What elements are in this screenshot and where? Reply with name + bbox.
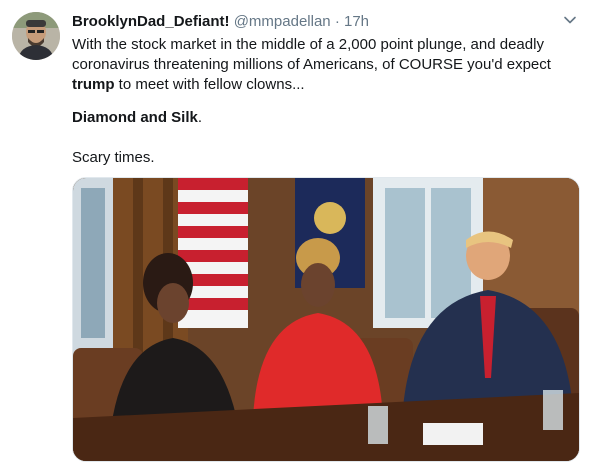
user-handle[interactable]: @mmpadellan	[234, 13, 331, 30]
photo-illustration	[73, 178, 579, 461]
timestamp[interactable]: 17h	[344, 13, 369, 30]
separator-dot: ·	[334, 13, 340, 30]
avatar-image	[12, 12, 60, 60]
tweet-paragraph-2: Diamond and Silk.	[72, 109, 203, 126]
tweet-photo[interactable]	[72, 177, 580, 462]
avatar[interactable]	[12, 12, 60, 60]
tweet-header: BrooklynDad_Defiant! @mmpadellan · 17h	[72, 12, 576, 32]
tweet[interactable]: BrooklynDad_Defiant! @mmpadellan · 17h W…	[0, 0, 596, 470]
display-name[interactable]: BrooklynDad_Defiant!	[72, 13, 230, 30]
tweet-paragraph-3: Scary times.	[72, 149, 155, 166]
bold-word-trump: trump	[72, 76, 115, 93]
chevron-down-icon[interactable]	[562, 12, 578, 28]
tweet-paragraph-1: With the stock market in the middle of a…	[72, 36, 551, 93]
